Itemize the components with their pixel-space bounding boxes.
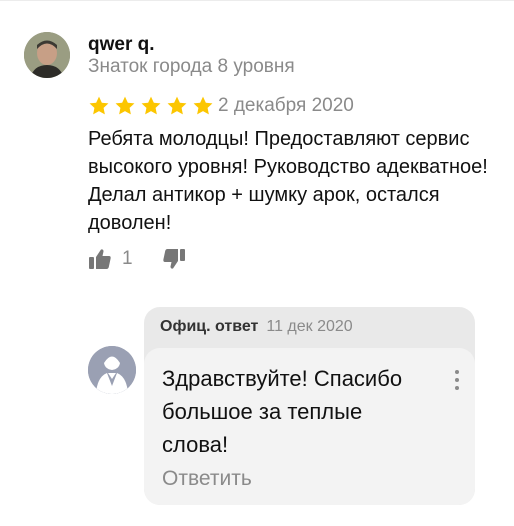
rating-stars: [88, 95, 214, 117]
star-icon: [115, 96, 135, 115]
reply-bubble: Здравствуйте! Спасибо большое за теплые …: [144, 348, 475, 505]
like-button[interactable]: 1: [88, 248, 133, 270]
author-name[interactable]: qwer q.: [88, 34, 155, 56]
thumbs-down-icon: [163, 249, 185, 269]
reply-date: 11 дек 2020: [266, 318, 353, 335]
official-reply-card: Офиц. ответ 11 дек 2020 Здравствуйте! Сп…: [144, 307, 475, 505]
more-options-icon[interactable]: [453, 369, 461, 391]
reply-text: Здравствуйте! Спасибо большое за теплые …: [162, 366, 403, 457]
dislike-button[interactable]: [162, 248, 186, 270]
thumbs-up-icon: [89, 249, 111, 269]
organization-avatar: [88, 346, 136, 394]
reply-button[interactable]: Ответить: [162, 467, 252, 491]
star-icon: [193, 96, 213, 115]
like-count: 1: [122, 248, 133, 269]
review-date: 2 декабря 2020: [218, 95, 354, 116]
star-icon: [167, 96, 187, 115]
star-icon: [141, 96, 161, 115]
author-avatar[interactable]: [24, 32, 70, 78]
reply-header: Офиц. ответ 11 дек 2020: [160, 318, 353, 336]
author-level: Знаток города 8 уровня: [88, 56, 295, 77]
reply-label: Офиц. ответ: [160, 318, 259, 335]
top-divider: [0, 0, 514, 1]
star-icon: [89, 96, 109, 115]
review-text: Ребята молодцы! Предоставляют сервис выс…: [88, 128, 488, 234]
